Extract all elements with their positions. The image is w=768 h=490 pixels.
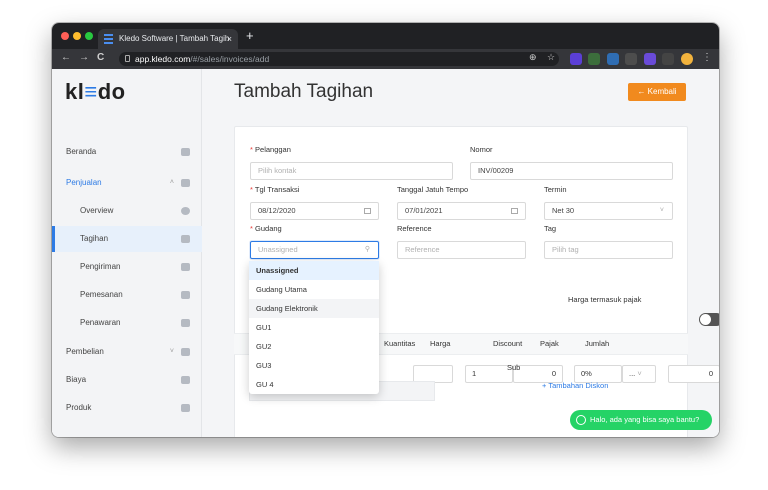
search-icon: ⚲ bbox=[364, 246, 370, 253]
pelanggan-select[interactable]: Pilih kontak bbox=[250, 162, 453, 180]
menu-icon[interactable]: ⋮ bbox=[702, 52, 712, 63]
cart-icon bbox=[181, 179, 190, 187]
col-kuantitas: Kuantitas bbox=[384, 339, 416, 348]
jatuh-tempo-label: Tanggal Jatuh Tempo bbox=[397, 185, 469, 194]
nomor-input[interactable]: INV/00209 bbox=[470, 162, 673, 180]
tag-select[interactable]: Pilih tag bbox=[544, 241, 673, 259]
tab-title: Kledo Software | Tambah Tagih bbox=[119, 34, 230, 43]
url-field[interactable]: app.kledo.com/#/sales/invoices/add bbox=[119, 52, 559, 66]
gudang-option[interactable]: GU 4 bbox=[249, 375, 379, 394]
sidebar-item-pembelian[interactable]: Pembelian ˅ bbox=[52, 339, 202, 365]
browser-tab[interactable]: Kledo Software | Tambah Tagih × bbox=[98, 29, 238, 49]
col-discount: Discount bbox=[493, 339, 523, 348]
col-pajak: Pajak bbox=[540, 339, 559, 348]
nomor-label: Nomor bbox=[470, 145, 493, 154]
tag-label: Tag bbox=[544, 224, 557, 233]
harga-pajak-toggle[interactable] bbox=[699, 313, 719, 326]
jumlah-input[interactable]: 0 bbox=[668, 365, 719, 383]
sidebar-item-produk[interactable]: Produk bbox=[52, 395, 202, 421]
sidebar-item-pemesanan[interactable]: Pemesanan bbox=[52, 282, 202, 308]
pelanggan-label: * Pelanggan bbox=[250, 145, 291, 154]
tab-bar: Kledo Software | Tambah Tagih × + bbox=[52, 23, 719, 49]
reference-input[interactable]: Reference bbox=[397, 241, 526, 259]
puzzle-icon[interactable] bbox=[662, 53, 674, 65]
jatuh-tempo-input[interactable]: 07/01/2021 bbox=[397, 202, 526, 220]
tag-icon bbox=[181, 263, 190, 271]
box-icon bbox=[181, 404, 190, 412]
chevron-down-icon: ˅ bbox=[169, 348, 174, 355]
sidebar-item-biaya[interactable]: Biaya bbox=[52, 367, 202, 393]
new-tab-button[interactable]: + bbox=[246, 28, 254, 43]
back-button[interactable]: ← Kembali bbox=[628, 83, 686, 101]
toggle-knob bbox=[700, 314, 711, 325]
reference-label: Reference bbox=[397, 224, 432, 233]
extension-icon-4[interactable] bbox=[625, 53, 637, 65]
chevron-down-icon: ˅ bbox=[637, 369, 642, 378]
whatsapp-chat-button[interactable]: Halo, ada yang bisa saya bantu? bbox=[570, 410, 712, 430]
extension-icon-1[interactable] bbox=[570, 53, 582, 65]
extension-icon-5[interactable] bbox=[644, 53, 656, 65]
extension-icon-2[interactable] bbox=[588, 53, 600, 65]
kledo-logo[interactable]: kl≡do bbox=[65, 79, 126, 105]
gudang-dropdown: Unassigned Gudang Utama Gudang Elektroni… bbox=[249, 261, 379, 394]
tab-close-icon[interactable]: × bbox=[227, 29, 232, 49]
tgl-transaksi-label: * Tgl Transaksi bbox=[250, 185, 300, 194]
sidebar-item-beranda[interactable]: Beranda bbox=[52, 139, 202, 165]
col-jumlah: Jumlah bbox=[585, 339, 610, 348]
sidebar: kl≡do Beranda Penjualan ˄ Overview Tagiha… bbox=[52, 69, 202, 437]
calendar-icon bbox=[511, 208, 518, 214]
close-window-dot[interactable] bbox=[61, 32, 69, 40]
tag-icon bbox=[181, 291, 190, 299]
gudang-option[interactable]: GU3 bbox=[249, 356, 379, 375]
col-harga: Harga bbox=[430, 339, 451, 348]
gudang-option[interactable]: Gudang Utama bbox=[249, 280, 379, 299]
url-host: app.kledo.com bbox=[135, 54, 191, 64]
sidebar-item-pengiriman[interactable]: Pengiriman bbox=[52, 254, 202, 280]
pajak-select[interactable]: ... ˅ bbox=[622, 365, 656, 383]
gudang-option[interactable]: GU2 bbox=[249, 337, 379, 356]
pie-icon bbox=[181, 207, 190, 215]
home-icon bbox=[181, 148, 190, 156]
tag-icon bbox=[181, 235, 190, 243]
url-path: /#/sales/invoices/add bbox=[190, 54, 270, 64]
chevron-down-icon: ˅ bbox=[659, 207, 664, 214]
extension-icon-3[interactable] bbox=[607, 53, 619, 65]
harga-pajak-label: Harga termasuk pajak bbox=[568, 295, 642, 304]
sidebar-item-overview[interactable]: Overview bbox=[52, 198, 202, 224]
page-title: Tambah Tagihan bbox=[234, 81, 374, 102]
bag-icon bbox=[181, 348, 190, 356]
maximize-window-dot[interactable] bbox=[85, 32, 93, 40]
gudang-option[interactable]: Gudang Elektronik bbox=[249, 299, 379, 318]
gudang-option[interactable]: Unassigned bbox=[249, 261, 379, 280]
reload-icon[interactable]: C bbox=[97, 52, 104, 63]
chevron-up-icon: ˄ bbox=[169, 179, 174, 186]
back-icon[interactable]: ← bbox=[61, 52, 71, 63]
termin-select[interactable]: Net 30 ˅ bbox=[544, 202, 673, 220]
termin-label: Termin bbox=[544, 185, 567, 194]
bookmark-star-icon[interactable]: ☆ bbox=[547, 52, 555, 63]
card-icon bbox=[181, 376, 190, 384]
minimize-window-dot[interactable] bbox=[73, 32, 81, 40]
calendar-icon bbox=[364, 208, 371, 214]
forward-icon[interactable]: → bbox=[79, 52, 89, 63]
address-bar-row: ← → C app.kledo.com/#/sales/invoices/add… bbox=[52, 49, 719, 69]
browser-window: Kledo Software | Tambah Tagih × + ← → C … bbox=[52, 23, 719, 437]
install-icon[interactable]: ⊕ bbox=[529, 52, 537, 63]
kledo-favicon-icon bbox=[104, 34, 113, 44]
whatsapp-icon bbox=[576, 415, 586, 425]
sidebar-item-penawaran[interactable]: Penawaran bbox=[52, 310, 202, 336]
kuantitas-input[interactable]: 1 bbox=[465, 365, 513, 383]
gudang-select[interactable]: Unassigned ⚲ bbox=[250, 241, 379, 259]
profile-avatar[interactable] bbox=[681, 53, 693, 65]
gudang-option[interactable]: GU1 bbox=[249, 318, 379, 337]
gudang-label: * Gudang bbox=[250, 224, 282, 233]
lock-icon bbox=[125, 55, 130, 62]
sidebar-item-penjualan[interactable]: Penjualan ˄ bbox=[52, 170, 202, 196]
tambah-diskon-link[interactable]: + Tambahan Diskon bbox=[542, 381, 608, 390]
tgl-transaksi-input[interactable]: 08/12/2020 bbox=[250, 202, 379, 220]
sidebar-item-tagihan[interactable]: Tagihan bbox=[52, 226, 202, 252]
tag-icon bbox=[181, 319, 190, 327]
subtotal-label: Sub bbox=[507, 363, 521, 372]
